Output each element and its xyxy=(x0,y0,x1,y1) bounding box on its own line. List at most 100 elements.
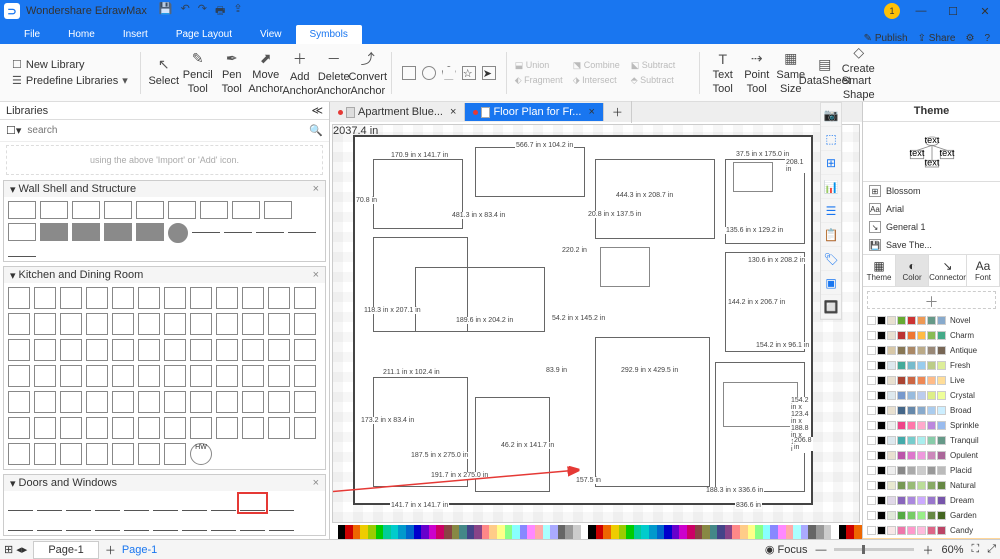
theme-tab-font[interactable]: AaFont xyxy=(967,255,1000,286)
library-selector-icon[interactable]: ☐▾ xyxy=(6,124,21,137)
color-swatch[interactable] xyxy=(839,525,847,539)
swatch-row[interactable]: Broad xyxy=(863,403,1000,418)
export-icon[interactable]: ⇪ xyxy=(233,2,242,21)
color-swatch[interactable] xyxy=(489,525,497,539)
side-tool[interactable]: 🔲 xyxy=(821,295,841,319)
kitchen-shape[interactable] xyxy=(294,339,316,361)
door-shape[interactable] xyxy=(8,495,33,511)
color-swatch[interactable] xyxy=(444,525,452,539)
new-tab-button[interactable]: ＋ xyxy=(604,101,632,123)
color-swatch[interactable] xyxy=(641,525,649,539)
save-icon[interactable]: 💾 xyxy=(159,2,173,21)
color-swatch[interactable] xyxy=(649,525,657,539)
color-swatch[interactable] xyxy=(786,525,794,539)
color-swatch[interactable] xyxy=(740,525,748,539)
door-shape[interactable] xyxy=(211,515,236,531)
wall-shape[interactable] xyxy=(224,232,252,233)
kitchen-shape[interactable] xyxy=(268,313,290,335)
color-swatch[interactable] xyxy=(808,525,816,539)
tool-move[interactable]: ⬈MoveAnchor xyxy=(249,49,283,97)
theme-option[interactable]: ↘General 1 xyxy=(863,218,1000,236)
swatch-row[interactable]: Charm xyxy=(863,328,1000,343)
color-swatch[interactable] xyxy=(854,525,862,539)
theme-option[interactable]: AaArial xyxy=(863,200,1000,218)
swatch-row[interactable]: Bloss... xyxy=(863,538,1000,539)
color-swatch[interactable] xyxy=(338,525,346,539)
kitchen-shape[interactable] xyxy=(268,287,290,309)
kitchen-shape[interactable] xyxy=(34,287,56,309)
tab-document[interactable]: Floor Plan for Fr... × xyxy=(465,103,603,121)
swatch-row[interactable]: Candy xyxy=(863,523,1000,538)
color-swatch[interactable] xyxy=(816,525,824,539)
color-swatch[interactable] xyxy=(619,525,627,539)
wall-shape[interactable] xyxy=(136,201,164,219)
kitchen-shape[interactable] xyxy=(8,339,30,361)
side-tool[interactable]: ⬚ xyxy=(821,127,841,151)
kitchen-shape[interactable] xyxy=(216,313,238,335)
tool-add[interactable]: ＋AddAnchor xyxy=(283,49,317,97)
wall-shape[interactable] xyxy=(8,223,36,241)
color-swatch[interactable] xyxy=(732,525,740,539)
search-input[interactable] xyxy=(27,125,303,136)
kitchen-shape[interactable] xyxy=(60,339,82,361)
kitchen-shape[interactable] xyxy=(60,391,82,413)
side-tool[interactable]: 📷 xyxy=(821,103,841,127)
zoom-slider[interactable] xyxy=(834,548,914,551)
tool-select[interactable]: ↖Select xyxy=(147,49,181,97)
kitchen-shape[interactable] xyxy=(86,287,108,309)
wall-shape[interactable] xyxy=(104,201,132,219)
kitchen-shape[interactable] xyxy=(294,417,316,439)
door-shape[interactable] xyxy=(182,495,207,511)
wall-shape[interactable] xyxy=(104,223,132,241)
color-swatch[interactable] xyxy=(452,525,460,539)
minimize-icon[interactable]: — xyxy=(910,5,932,17)
wall-shape[interactable] xyxy=(264,201,292,219)
kitchen-shape[interactable] xyxy=(294,391,316,413)
swatch-row[interactable]: Antique xyxy=(863,343,1000,358)
color-swatch[interactable] xyxy=(429,525,437,539)
wall-shape[interactable] xyxy=(40,201,68,219)
kitchen-shape[interactable] xyxy=(216,339,238,361)
close-icon[interactable]: ✕ xyxy=(974,5,996,18)
theme-tab-connector[interactable]: ↘Connector xyxy=(929,255,967,286)
color-swatch[interactable] xyxy=(398,525,406,539)
kitchen-shape[interactable] xyxy=(112,417,134,439)
kitchen-shape[interactable] xyxy=(164,391,186,413)
door-shape[interactable] xyxy=(8,515,33,531)
kitchen-shape[interactable] xyxy=(164,443,186,465)
kitchen-shape[interactable] xyxy=(8,287,30,309)
color-swatch[interactable] xyxy=(763,525,771,539)
wall-shape[interactable] xyxy=(168,201,196,219)
shape-primitives[interactable]: ☆ ➤ xyxy=(398,66,500,80)
color-swatch[interactable] xyxy=(505,525,513,539)
redo-icon[interactable]: ↷ xyxy=(198,2,207,21)
kitchen-shape[interactable] xyxy=(242,339,264,361)
color-swatch[interactable] xyxy=(778,525,786,539)
undo-icon[interactable]: ↶ xyxy=(181,2,190,21)
kitchen-shape[interactable] xyxy=(112,391,134,413)
maximize-icon[interactable]: ☐ xyxy=(942,5,964,18)
kitchen-shape[interactable] xyxy=(190,365,212,387)
kitchen-shape[interactable] xyxy=(294,313,316,335)
kitchen-shape[interactable] xyxy=(268,417,290,439)
color-swatch[interactable] xyxy=(512,525,520,539)
kitchen-shape[interactable] xyxy=(34,313,56,335)
kitchen-shape[interactable] xyxy=(190,391,212,413)
color-swatch[interactable] xyxy=(550,525,558,539)
menu-file[interactable]: File xyxy=(10,25,54,44)
color-swatch[interactable] xyxy=(611,525,619,539)
color-swatch[interactable] xyxy=(345,525,353,539)
kitchen-shape[interactable] xyxy=(60,365,82,387)
door-shape[interactable] xyxy=(95,515,120,531)
color-swatch[interactable] xyxy=(406,525,414,539)
kitchen-shape[interactable] xyxy=(112,313,134,335)
door-shape[interactable] xyxy=(37,515,62,531)
kitchen-shape[interactable] xyxy=(138,417,160,439)
tool-delete[interactable]: －DeleteAnchor xyxy=(317,49,351,97)
swatch-row[interactable]: Natural xyxy=(863,478,1000,493)
wall-shape[interactable] xyxy=(256,232,284,233)
color-swatch[interactable] xyxy=(657,525,665,539)
kitchen-shape[interactable] xyxy=(164,313,186,335)
swatch-row[interactable]: Dream xyxy=(863,493,1000,508)
kitchen-shape[interactable] xyxy=(86,339,108,361)
